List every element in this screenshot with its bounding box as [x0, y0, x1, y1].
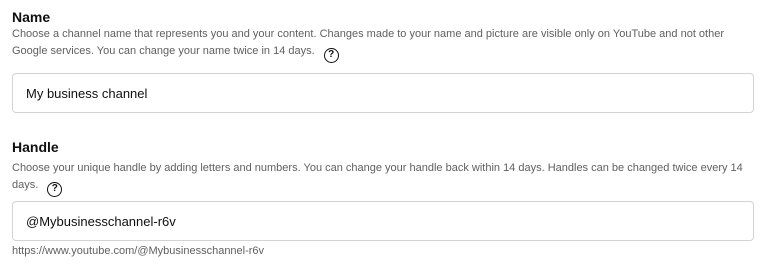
- handle-description: Choose your unique handle by adding lett…: [12, 160, 752, 197]
- handle-input[interactable]: @Mybusinesschannel-r6v: [12, 201, 754, 241]
- name-input-value[interactable]: My business channel: [26, 86, 147, 101]
- handle-input-value[interactable]: @Mybusinesschannel-r6v: [26, 214, 176, 229]
- channel-url: https://www.youtube.com/@Mybusinesschann…: [12, 245, 265, 257]
- channel-basic-info-form: Name Choose a channel name that represen…: [0, 0, 768, 268]
- name-help-icon[interactable]: ?: [323, 47, 339, 63]
- name-input[interactable]: My business channel: [12, 73, 754, 113]
- handle-help-icon[interactable]: ?: [47, 181, 63, 197]
- handle-section-title: Handle: [12, 139, 59, 155]
- name-section-title: Name: [12, 9, 51, 25]
- name-description: Choose a channel name that represents yo…: [12, 26, 752, 63]
- handle-description-text: Choose your unique handle by adding lett…: [12, 162, 743, 191]
- name-description-text: Choose a channel name that represents yo…: [12, 28, 725, 57]
